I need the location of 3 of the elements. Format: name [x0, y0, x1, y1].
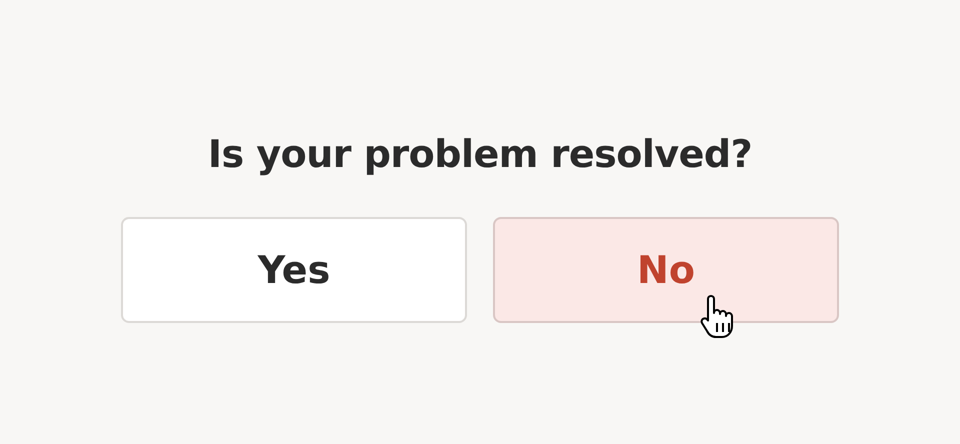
question-heading: Is your problem resolved? — [208, 131, 752, 178]
answer-button[interactable]: Yes — [121, 217, 467, 323]
answer-button[interactable]: No — [493, 217, 839, 323]
